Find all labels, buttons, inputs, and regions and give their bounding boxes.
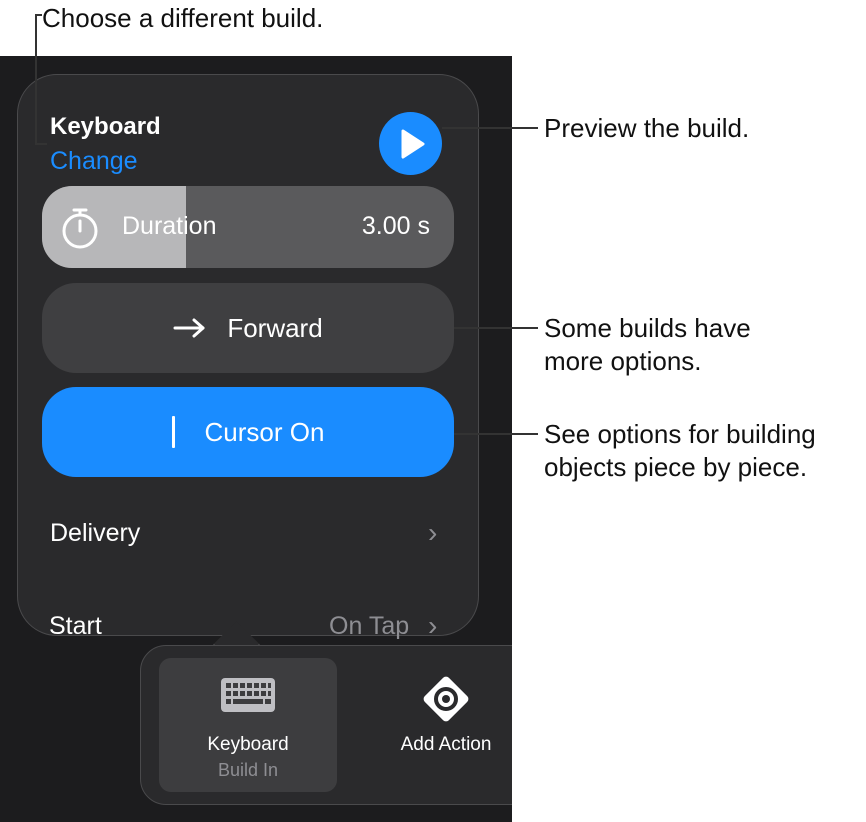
toolbar-item-keyboard[interactable]: Keyboard Build In: [159, 658, 337, 792]
start-label: Start: [49, 612, 102, 640]
callout-pieces-line1: See options for building: [544, 419, 816, 449]
callout-pieces-line2: objects piece by piece.: [544, 452, 808, 482]
leader-line-preview: [442, 127, 538, 129]
start-value: On Tap: [329, 612, 410, 640]
build-name: Keyboard: [50, 113, 161, 140]
delivery-chevron-icon: ›: [428, 517, 438, 548]
delivery-label: Delivery: [50, 519, 141, 547]
app-screen: Keyboard Change Duration 3.00 s Forward …: [0, 56, 512, 822]
direction-label: Forward: [227, 312, 323, 343]
callout-change-build: Choose a different build.: [42, 3, 324, 33]
keyboard-icon: [221, 678, 275, 712]
toolbar-item-add-action[interactable]: Add Action: [381, 658, 511, 792]
preview-play-button[interactable]: [379, 112, 442, 175]
duration-slider[interactable]: Duration 3.00 s: [42, 186, 454, 268]
toolbar-item-keyboard-title: Keyboard: [207, 734, 289, 755]
cursor-bar-icon: [171, 416, 175, 448]
start-chevron-icon: ›: [428, 610, 438, 641]
duration-label: Duration: [122, 212, 217, 240]
change-build-link[interactable]: Change: [50, 147, 138, 176]
build-popover: Keyboard Change Duration 3.00 s Forward …: [17, 74, 479, 636]
add-action-icon: [423, 676, 469, 722]
play-icon: [401, 129, 425, 159]
build-toolbar: Keyboard Build In Add Action: [140, 645, 512, 805]
leader-line-change-vertical: [35, 14, 37, 144]
toolbar-item-keyboard-subtitle: Build In: [217, 760, 279, 780]
callout-options-line1: Some builds have: [544, 313, 751, 343]
direction-button[interactable]: Forward: [42, 283, 454, 373]
cursor-option-button[interactable]: Cursor On: [42, 387, 454, 477]
leader-line-pieces: [454, 433, 538, 435]
cursor-option-label: Cursor On: [204, 416, 325, 447]
leader-line-options: [454, 327, 538, 329]
stopwatch-icon: [62, 208, 98, 249]
callout-preview: Preview the build.: [544, 113, 750, 143]
callout-options-line2: more options.: [544, 346, 702, 376]
toolbar-item-add-action-title: Add Action: [400, 734, 492, 755]
duration-value: 3.00 s: [361, 212, 430, 240]
arrow-right-icon: [173, 318, 205, 338]
leader-line-change-bottom: [35, 143, 47, 145]
